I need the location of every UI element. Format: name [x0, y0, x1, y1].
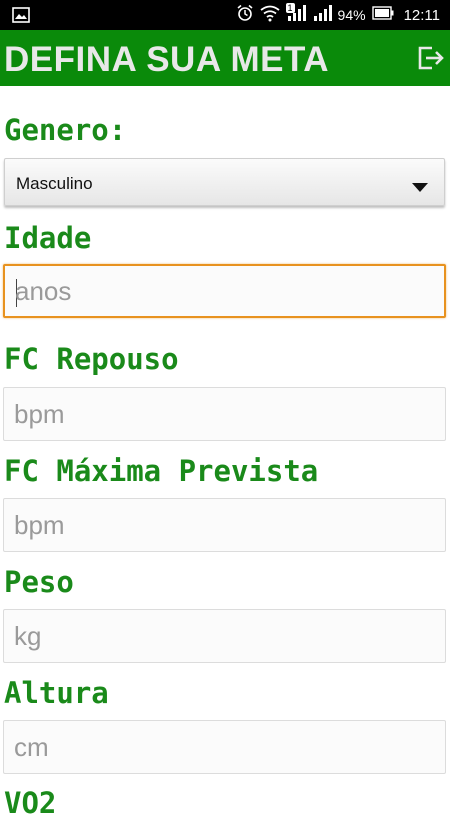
altura-label: Altura: [4, 676, 109, 710]
app-bar: DEFINA SUA META: [0, 30, 450, 86]
genero-label: Genero:: [4, 113, 127, 147]
exit-icon[interactable]: [414, 42, 446, 74]
gallery-icon: [12, 7, 30, 27]
altura-input[interactable]: [4, 721, 445, 773]
genero-selected-value: Masculino: [16, 174, 93, 193]
battery-percent: 94%: [337, 7, 366, 23]
idade-label: Idade: [4, 221, 92, 255]
peso-input[interactable]: [4, 610, 445, 662]
signal-icon-sim1: 1: [285, 3, 306, 26]
peso-label: Peso: [4, 565, 74, 599]
fc-repouso-input[interactable]: [4, 388, 445, 440]
fc-maxima-label: FC Máxima Prevista: [4, 454, 319, 488]
fc-repouso-label: FC Repouso: [4, 342, 179, 376]
sim-badge: 1: [285, 3, 295, 13]
idade-field[interactable]: [3, 264, 446, 318]
dropdown-arrow-icon: [412, 179, 428, 197]
battery-icon: [371, 6, 394, 24]
altura-field[interactable]: [3, 720, 446, 774]
clock: 12:11: [403, 6, 440, 24]
status-bar: 1 94% 12:11: [0, 0, 450, 30]
peso-field[interactable]: [3, 609, 446, 663]
signal-icon-sim2: [312, 4, 332, 26]
fc-repouso-field[interactable]: [3, 387, 446, 441]
wifi-icon: [259, 4, 280, 26]
page-title: DEFINA SUA META: [4, 40, 330, 79]
fc-maxima-input[interactable]: [4, 499, 445, 551]
alarm-icon: [236, 4, 254, 26]
idade-input[interactable]: [5, 266, 444, 316]
fc-maxima-field[interactable]: [3, 498, 446, 552]
status-icons: 1 94% 12:11: [236, 0, 440, 30]
vo2-label: VO2: [4, 786, 57, 820]
genero-dropdown[interactable]: Masculino: [4, 158, 445, 206]
